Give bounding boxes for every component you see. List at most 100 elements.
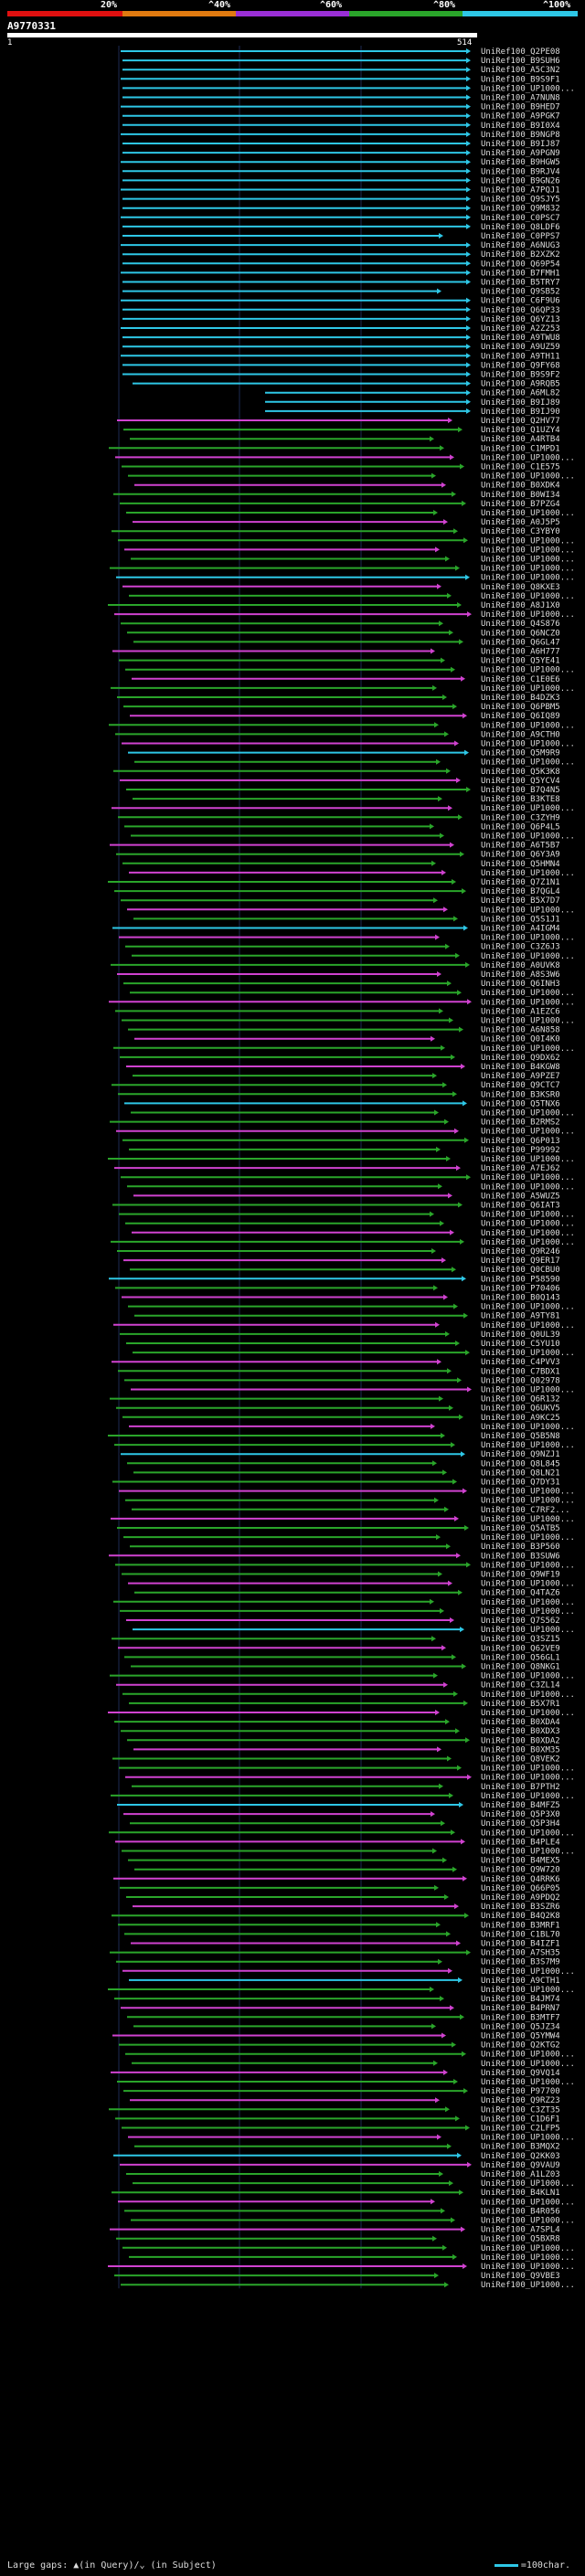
hit-label-146[interactable]: UniRef100_Q6R132: [481, 1395, 560, 1405]
hit-label-138[interactable]: UniRef100_UP1000...: [481, 1321, 575, 1330]
hit-label-60[interactable]: UniRef100_A8J1X0: [481, 601, 560, 610]
hit-label-209[interactable]: UniRef100_A9CTH1: [481, 1977, 560, 1986]
hit-label-166[interactable]: UniRef100_UP1000...: [481, 1580, 575, 1589]
hit-label-178[interactable]: UniRef100_UP1000...: [481, 1691, 575, 1700]
hit-label-12[interactable]: UniRef100_B9HGW5: [481, 158, 560, 167]
hit-label-194[interactable]: UniRef100_B4PLE4: [481, 1838, 560, 1847]
hit-label-45[interactable]: UniRef100_C1E575: [481, 463, 560, 472]
hit-label-106[interactable]: UniRef100_A6N858: [481, 1026, 560, 1035]
hit-label-131[interactable]: UniRef100_Q9ER17: [481, 1256, 560, 1266]
hit-label-148[interactable]: UniRef100_A9KC25: [481, 1414, 560, 1423]
hit-label-71[interactable]: UniRef100_Q6PBM5: [481, 703, 560, 712]
hit-label-50[interactable]: UniRef100_UP1000...: [481, 509, 575, 518]
hit-label-118[interactable]: UniRef100_Q6P013: [481, 1137, 560, 1146]
hit-label-20[interactable]: UniRef100_C0PPS7: [481, 232, 560, 241]
hit-label-210[interactable]: UniRef100_UP1000...: [481, 1986, 575, 1995]
hit-label-135[interactable]: UniRef100_B0Q143: [481, 1294, 560, 1303]
hit-label-108[interactable]: UniRef100_UP1000...: [481, 1044, 575, 1054]
hit-label-97[interactable]: UniRef100_C3Z6J3: [481, 943, 560, 952]
hit-label-188[interactable]: UniRef100_B7PTH2: [481, 1783, 560, 1792]
hit-label-239[interactable]: UniRef100_UP1000...: [481, 2253, 575, 2263]
hit-label-18[interactable]: UniRef100_C0PSC7: [481, 214, 560, 223]
hit-label-192[interactable]: UniRef100_Q5P3H4: [481, 1819, 560, 1829]
hit-label-240[interactable]: UniRef100_UP1000...: [481, 2263, 575, 2272]
hit-label-112[interactable]: UniRef100_Q9CTC7: [481, 1081, 560, 1090]
hit-label-13[interactable]: UniRef100_B9RJV4: [481, 167, 560, 176]
hit-label-238[interactable]: UniRef100_UP1000...: [481, 2244, 575, 2253]
hit-label-206[interactable]: UniRef100_A7SH35: [481, 1949, 560, 1958]
hit-label-159[interactable]: UniRef100_UP1000...: [481, 1515, 575, 1524]
hit-label-58[interactable]: UniRef100_Q8KXE3: [481, 583, 560, 592]
hit-label-156[interactable]: UniRef100_UP1000...: [481, 1488, 575, 1497]
hit-label-132[interactable]: UniRef100_Q0CBU0: [481, 1266, 560, 1275]
hit-label-115[interactable]: UniRef100_UP1000...: [481, 1109, 575, 1118]
hit-label-143[interactable]: UniRef100_C7BDX1: [481, 1367, 560, 1376]
hit-label-128[interactable]: UniRef100_UP1000...: [481, 1229, 575, 1238]
hit-label-19[interactable]: UniRef100_Q8LDF6: [481, 223, 560, 232]
hit-label-221[interactable]: UniRef100_P97700: [481, 2087, 560, 2096]
hit-label-83[interactable]: UniRef100_C3ZYH9: [481, 813, 560, 822]
hit-label-182[interactable]: UniRef100_B0XDX3: [481, 1727, 560, 1736]
hit-label-144[interactable]: UniRef100_Q02978: [481, 1376, 560, 1385]
hit-label-39[interactable]: UniRef100_B9IJ90: [481, 408, 560, 417]
hit-label-27[interactable]: UniRef100_C6F9U6: [481, 297, 560, 306]
hit-label-49[interactable]: UniRef100_B7PZG4: [481, 500, 560, 509]
hit-label-222[interactable]: UniRef100_Q9RZ23: [481, 2096, 560, 2105]
hit-label-175[interactable]: UniRef100_Q8NKG1: [481, 1663, 560, 1672]
hit-label-199[interactable]: UniRef100_Q66P05: [481, 1884, 560, 1893]
hit-label-171[interactable]: UniRef100_UP1000...: [481, 1626, 575, 1635]
hit-label-230[interactable]: UniRef100_A1LZ03: [481, 2170, 560, 2179]
hit-label-90[interactable]: UniRef100_Q7Z1N1: [481, 878, 560, 887]
hit-label-162[interactable]: UniRef100_B3P560: [481, 1542, 560, 1552]
hit-label-78[interactable]: UniRef100_Q5K3K8: [481, 768, 560, 777]
hit-label-3[interactable]: UniRef100_B9S9F1: [481, 75, 560, 84]
hit-label-153[interactable]: UniRef100_Q8L845: [481, 1459, 560, 1468]
hit-label-236[interactable]: UniRef100_A7SPL4: [481, 2226, 560, 2235]
hit-label-102[interactable]: UniRef100_UP1000...: [481, 989, 575, 998]
hit-label-66[interactable]: UniRef100_Q5YE41: [481, 657, 560, 666]
hit-label-229[interactable]: UniRef100_Q9VAU9: [481, 2161, 560, 2170]
hit-label-67[interactable]: UniRef100_UP1000...: [481, 666, 575, 675]
hit-label-70[interactable]: UniRef100_B4DZK3: [481, 694, 560, 703]
hit-label-211[interactable]: UniRef100_B4JM74: [481, 1995, 560, 2004]
hit-label-1[interactable]: UniRef100_B9SUH6: [481, 57, 560, 66]
hit-label-79[interactable]: UniRef100_Q5YCV4: [481, 777, 560, 786]
hit-label-207[interactable]: UniRef100_B3S7M9: [481, 1958, 560, 1967]
hit-label-10[interactable]: UniRef100_B9IJ87: [481, 140, 560, 149]
hit-label-197[interactable]: UniRef100_Q9W720: [481, 1866, 560, 1875]
hit-label-185[interactable]: UniRef100_Q8VEK2: [481, 1755, 560, 1765]
hit-label-38[interactable]: UniRef100_B9IJ89: [481, 398, 560, 408]
hit-label-75[interactable]: UniRef100_UP1000...: [481, 740, 575, 749]
hit-label-215[interactable]: UniRef100_Q5YMW4: [481, 2032, 560, 2041]
hit-label-95[interactable]: UniRef100_A4IGM4: [481, 925, 560, 934]
hit-label-203[interactable]: UniRef100_B3MRF1: [481, 1921, 560, 1930]
hit-label-104[interactable]: UniRef100_A1EZC6: [481, 1007, 560, 1016]
hit-label-64[interactable]: UniRef100_Q6GL47: [481, 638, 560, 647]
hit-label-29[interactable]: UniRef100_Q6YZ13: [481, 315, 560, 324]
hit-label-86[interactable]: UniRef100_A6T5B7: [481, 842, 560, 851]
hit-label-73[interactable]: UniRef100_UP1000...: [481, 721, 575, 730]
hit-label-48[interactable]: UniRef100_B0WI34: [481, 491, 560, 500]
hit-label-164[interactable]: UniRef100_UP1000...: [481, 1561, 575, 1570]
hit-label-129[interactable]: UniRef100_UP1000...: [481, 1238, 575, 1247]
hit-label-96[interactable]: UniRef100_UP1000...: [481, 934, 575, 943]
hit-label-152[interactable]: UniRef100_Q9NZJ1: [481, 1450, 560, 1459]
hit-label-177[interactable]: UniRef100_C3ZL14: [481, 1681, 560, 1691]
hit-label-16[interactable]: UniRef100_Q9SJY5: [481, 196, 560, 205]
hit-label-126[interactable]: UniRef100_UP1000...: [481, 1211, 575, 1220]
hit-label-82[interactable]: UniRef100_UP1000...: [481, 804, 575, 813]
hit-label-123[interactable]: UniRef100_UP1000...: [481, 1182, 575, 1192]
hit-label-57[interactable]: UniRef100_UP1000...: [481, 574, 575, 583]
hit-label-53[interactable]: UniRef100_UP1000...: [481, 536, 575, 546]
hit-label-92[interactable]: UniRef100_B5X7D7: [481, 896, 560, 906]
hit-label-173[interactable]: UniRef100_Q62VE9: [481, 1644, 560, 1653]
hit-label-149[interactable]: UniRef100_UP1000...: [481, 1423, 575, 1432]
hit-label-44[interactable]: UniRef100_UP1000...: [481, 453, 575, 462]
hit-label-193[interactable]: UniRef100_UP1000...: [481, 1829, 575, 1838]
hit-label-41[interactable]: UniRef100_Q1UZY4: [481, 426, 560, 435]
hit-label-155[interactable]: UniRef100_Q7DY31: [481, 1479, 560, 1488]
hit-label-26[interactable]: UniRef100_Q9SB52: [481, 288, 560, 297]
hit-label-187[interactable]: UniRef100_UP1000...: [481, 1774, 575, 1783]
hit-label-122[interactable]: UniRef100_UP1000...: [481, 1173, 575, 1182]
hit-label-28[interactable]: UniRef100_Q6QP33: [481, 306, 560, 315]
